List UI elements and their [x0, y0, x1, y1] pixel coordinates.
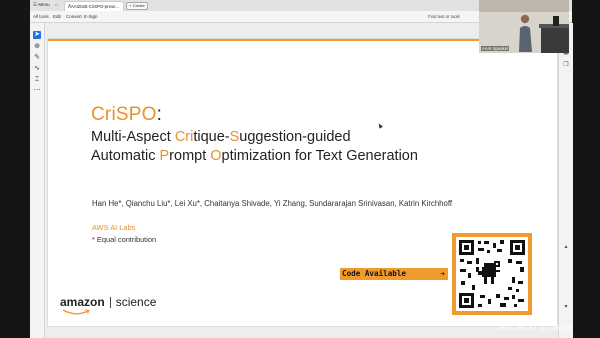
- logo-divider: [109, 297, 111, 308]
- recording-timestamp: 2025-02-27 22:39:28: [498, 324, 572, 332]
- speaker-webcam: AAAI Speaker: [479, 0, 569, 53]
- text-select-icon[interactable]: ⌶: [33, 76, 41, 84]
- subtitle-line-1: Multi-Aspect Critique-Suggestion-guided: [91, 129, 351, 145]
- code-available-label: Code Available ➔: [340, 268, 448, 280]
- menu-convert[interactable]: Convert: [66, 14, 82, 19]
- cursor-icon[interactable]: ➤: [33, 31, 41, 39]
- presentation-slide: CriSPO: Multi-Aspect Critique-Suggestion…: [47, 38, 558, 327]
- home-icon[interactable]: ⌂: [55, 2, 58, 7]
- hamburger-icon: ☰: [33, 2, 38, 7]
- draw-icon[interactable]: ∿: [33, 65, 41, 73]
- menu-esign[interactable]: E-Sign: [84, 14, 98, 19]
- equal-contribution-note: * Equal contribution: [92, 235, 157, 244]
- scroll-up-icon[interactable]: ▴: [562, 243, 570, 251]
- pages-icon[interactable]: ❐: [562, 61, 570, 69]
- scroll-down-icon[interactable]: ▾: [562, 303, 570, 311]
- document-tab[interactable]: AAAI2025-CriSPO-prese... ×: [64, 1, 124, 11]
- menu-edit[interactable]: Edit: [53, 14, 61, 19]
- qr-code-icon: [456, 237, 528, 311]
- find-text-field[interactable]: Find text or tools: [428, 14, 460, 19]
- qr-code-frame: [452, 233, 532, 315]
- menu-all-tools[interactable]: All tools: [33, 14, 49, 19]
- more-tools-icon[interactable]: ⋯: [33, 87, 41, 95]
- menu-button[interactable]: ☰ Menu: [33, 2, 50, 8]
- left-toolbar: ➤ ⊕ ✎ ∿ ⌶ ⋯: [30, 23, 45, 338]
- arrow-right-icon: ➔: [440, 269, 445, 278]
- amazon-smile-icon: [62, 309, 90, 315]
- affiliation: AWS AI Labs: [92, 223, 136, 232]
- webcam-label: AAAI Speaker: [481, 46, 510, 51]
- subtitle-line-2: Automatic Prompt Optimization for Text G…: [91, 148, 418, 164]
- comment-icon[interactable]: ✎: [33, 54, 41, 62]
- slide-title: CriSPO:: [91, 104, 163, 125]
- mouse-cursor-icon: [377, 122, 383, 129]
- create-button[interactable]: + Create: [126, 2, 148, 10]
- close-tab-icon[interactable]: ×: [68, 3, 121, 9]
- zoom-icon[interactable]: ⊕: [33, 43, 41, 51]
- author-list: Han He*, Qianchu Liu*, Lei Xu*, Chaitany…: [92, 199, 453, 208]
- right-panel: ▣ ❐ ▴ ▾: [558, 23, 573, 338]
